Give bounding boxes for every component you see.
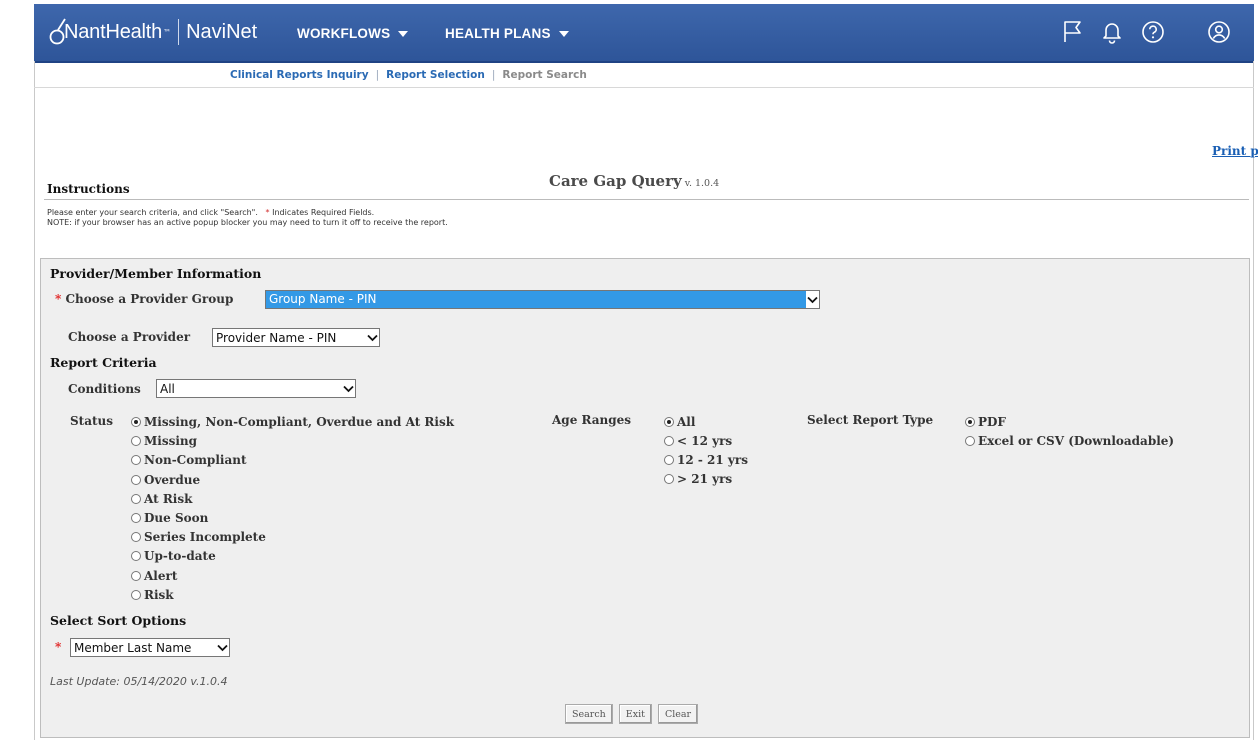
chevron-down-icon [216,639,229,656]
status-radio-3[interactable]: Overdue [131,473,200,487]
conditions-value: All [160,381,175,396]
radio-button[interactable] [131,590,141,600]
status-label: Status [70,414,114,428]
provider-select[interactable]: Provider Name - PIN [212,328,380,347]
radio-button[interactable] [664,455,674,465]
radio-button[interactable] [965,436,975,446]
sort-value: Member Last Name [74,640,192,655]
conditions-label: Conditions [68,382,141,396]
page-title: Care Gap Query v. 1.0.4 [549,172,719,190]
page-version: v. 1.0.4 [684,178,720,189]
status-radio-2[interactable]: Non-Compliant [131,453,246,467]
report-type-radio-0[interactable]: PDF [965,415,1006,429]
nanthealth-logo-icon [48,17,70,47]
age-radio-3[interactable]: > 21 yrs [664,472,732,486]
nav-health-plans-label: HEALTH PLANS [445,26,551,41]
provider-value: Provider Name - PIN [216,330,337,345]
provider-group-select[interactable]: Group Name - PIN [265,290,820,309]
brand-name: NantHealth [64,20,163,43]
breadcrumb-clinical-reports-inquiry[interactable]: Clinical Reports Inquiry [230,69,369,81]
required-star: * [55,292,62,306]
status-radio-0[interactable]: Missing, Non-Compliant, Overdue and At R… [131,415,454,429]
radio-button[interactable] [131,494,141,504]
chevron-down-icon [806,291,819,308]
conditions-select[interactable]: All [156,379,356,398]
radio-button[interactable] [131,571,141,581]
status-radio-5[interactable]: Due Soon [131,511,208,525]
nav-workflows-label: WORKFLOWS [297,26,391,41]
instructions-text: Please enter your search criteria, and c… [47,208,448,228]
report-type-label: Select Report Type [807,413,934,427]
nav-workflows-menu[interactable]: WORKFLOWS [297,26,409,41]
search-button[interactable]: Search [565,704,613,724]
breadcrumb-report-search: Report Search [502,69,587,81]
age-radio-2[interactable]: 12 - 21 yrs [664,453,748,467]
section-report-criteria: Report Criteria [50,355,157,370]
radio-button[interactable] [131,455,141,465]
age-ranges-label: Age Ranges [552,413,632,427]
radio-button[interactable] [131,436,141,446]
navinet-logo[interactable]: NantHealth ™ NaviNet [48,17,257,47]
status-radio-7[interactable]: Up-to-date [131,549,216,563]
radio-button[interactable] [131,475,141,485]
nav-health-plans-menu[interactable]: HEALTH PLANS [445,26,569,41]
status-radio-9[interactable]: Risk [131,588,174,602]
required-star: * [265,208,270,217]
radio-button[interactable] [664,474,674,484]
instructions-line1: Please enter your search criteria, and c… [47,208,258,217]
caret-down-icon [558,30,569,37]
page-frame-left [34,61,35,740]
bell-icon[interactable] [1097,17,1127,47]
sort-select[interactable]: Member Last Name [70,638,230,657]
page-title-text: Care Gap Query [549,172,682,190]
sort-required-star: * [55,640,61,654]
provider-label: Choose a Provider [68,330,191,344]
print-page-link[interactable]: Print page [1212,144,1258,158]
status-radio-4[interactable]: At Risk [131,492,192,506]
age-radio-1[interactable]: < 12 yrs [664,434,732,448]
status-radio-8[interactable]: Alert [131,569,177,583]
last-update-text: Last Update: 05/14/2020 v.1.0.4 [50,675,228,688]
section-provider-member-info: Provider/Member Information [50,266,262,281]
exit-button[interactable]: Exit [618,704,652,724]
form-buttons: Search Exit Clear [565,704,699,724]
breadcrumb-divider [34,87,1254,88]
user-account-icon[interactable] [1204,17,1234,47]
required-star: * [55,640,62,654]
section-sort-options: Select Sort Options [50,613,187,628]
report-type-radio-1[interactable]: Excel or CSV (Downloadable) [965,434,1174,448]
provider-group-value: Group Name - PIN [266,291,806,308]
radio-button[interactable] [131,417,141,427]
radio-button[interactable] [131,532,141,542]
chevron-down-icon [366,329,379,346]
radio-button[interactable] [664,436,674,446]
page-frame-right [1253,61,1254,740]
age-radio-0[interactable]: All [664,415,695,429]
breadcrumb: Clinical Reports Inquiry | Report Selectio… [230,69,587,81]
radio-button[interactable] [664,417,674,427]
status-radio-6[interactable]: Series Incomplete [131,530,266,544]
breadcrumb-report-selection[interactable]: Report Selection [386,69,485,81]
radio-button[interactable] [131,513,141,523]
instructions-required-note: Indicates Required Fields. [272,208,375,217]
instructions-line2: NOTE: if your browser has an active popu… [47,218,448,227]
clear-button[interactable]: Clear [657,704,699,724]
logo-separator [178,19,180,45]
flag-icon[interactable] [1058,17,1088,47]
instructions-divider [44,199,1249,200]
provider-group-label: * Choose a Provider Group [55,292,234,306]
radio-button[interactable] [131,551,141,561]
radio-button[interactable] [965,417,975,427]
top-navigation-bar: NantHealth ™ NaviNet WORKFLOWS HEALTH PLA… [34,4,1254,63]
instructions-heading: Instructions [47,182,130,196]
brand-product: NaviNet [186,20,258,43]
status-radio-1[interactable]: Missing [131,434,197,448]
caret-down-icon [398,30,409,37]
chevron-down-icon [342,380,355,397]
help-icon[interactable] [1138,17,1168,47]
